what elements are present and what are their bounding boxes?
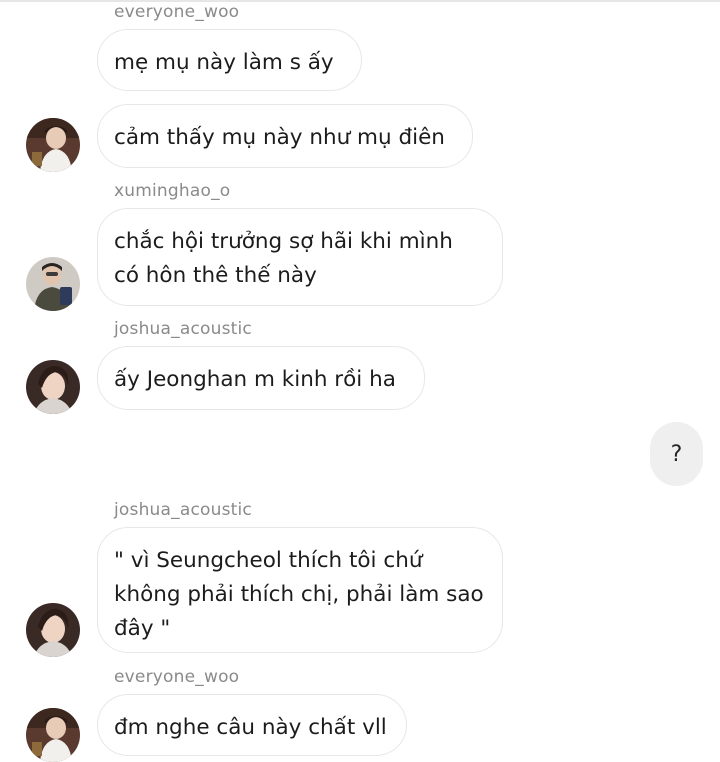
avatar-photo-joshua <box>26 360 80 414</box>
avatar[interactable] <box>26 360 80 414</box>
sender-name: xuminghao_o <box>114 181 231 201</box>
avatar[interactable] <box>26 603 80 657</box>
message-bubble[interactable]: đm nghe câu này chất vll <box>97 694 407 756</box>
avatar-photo-everyone-woo <box>26 118 80 172</box>
message-bubble[interactable]: ấy Jeonghan m kinh rồi ha <box>97 346 425 410</box>
avatar-photo-everyone-woo <box>26 708 80 762</box>
avatar-photo-xuminghao <box>26 257 80 311</box>
sender-name: everyone_woo <box>114 2 240 22</box>
message-bubble[interactable]: mẹ mụ này làm s ấy <box>97 29 362 91</box>
avatar[interactable] <box>26 118 80 172</box>
message-bubble[interactable]: " vì Seungcheol thích tôi chứ không phải… <box>97 527 503 653</box>
sender-name: everyone_woo <box>114 667 240 687</box>
own-message-bubble[interactable]: ? <box>650 422 703 486</box>
message-bubble[interactable]: chắc hội trưởng sợ hãi khi mình có hôn t… <box>97 208 503 306</box>
sender-name: joshua_acoustic <box>114 500 252 520</box>
avatar[interactable] <box>26 708 80 762</box>
top-divider <box>0 0 720 2</box>
sender-name: joshua_acoustic <box>114 319 252 339</box>
avatar[interactable] <box>26 257 80 311</box>
message-bubble[interactable]: cảm thấy mụ này như mụ điên <box>97 104 473 168</box>
avatar-photo-joshua <box>26 603 80 657</box>
